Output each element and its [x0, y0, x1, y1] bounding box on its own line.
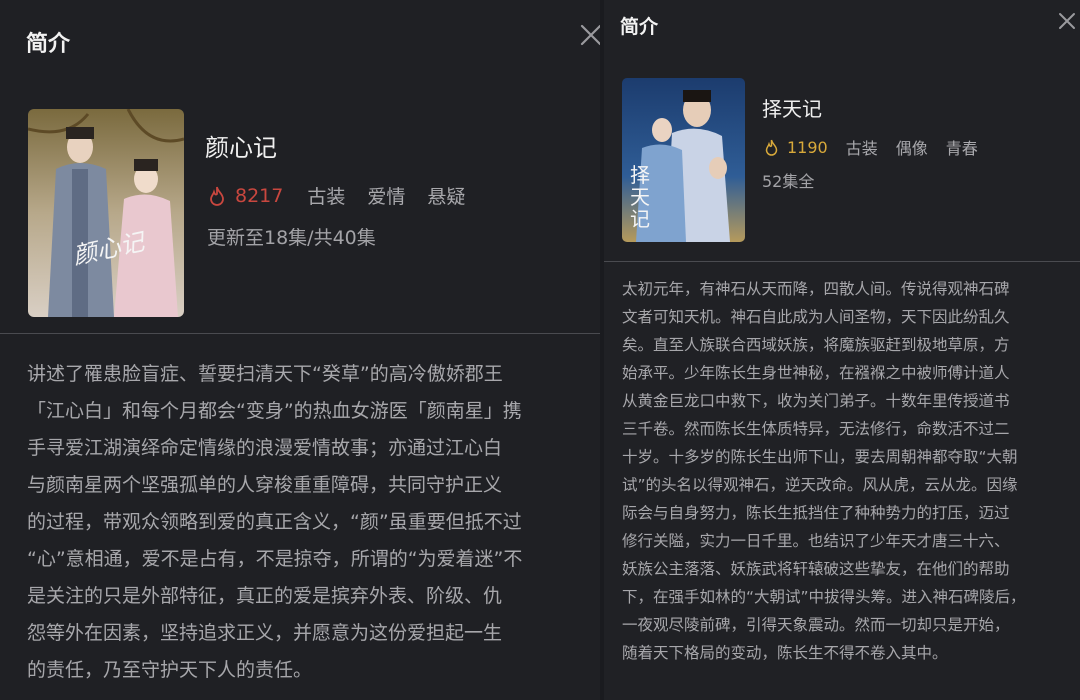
- description-line: 文者可知天机。神石自此成为人间圣物，天下因此纷乱久: [622, 308, 1010, 326]
- description-line: 手寻爱江湖演绎命定情缘的浪漫爱情故事；亦通过江心白: [27, 437, 503, 459]
- description-line: 际会与自身努力，陈长生抵挡住了种种势力的打压，迈过: [622, 504, 1010, 522]
- tag[interactable]: 古装: [307, 182, 345, 209]
- description-line: 的责任，乃至守护天下人的责任。: [27, 659, 313, 681]
- description-line: 怨等外在因素，坚持追求正义，并愿意为这份爱担起一生: [27, 622, 503, 644]
- description-line: 「江心白」和每个月都会“变身”的热血女游医「颜南星」携: [27, 400, 522, 422]
- description-line: 三千卷。然而陈长生体质特异，无法修行，命数活不过二: [622, 420, 1010, 438]
- tag[interactable]: 爱情: [367, 182, 405, 209]
- panel-title: 简介: [26, 32, 71, 57]
- flame-icon: [210, 186, 224, 206]
- description-line: 始承平。少年陈长生身世神秘，在襁褓之中被师傅计道人: [622, 364, 1010, 382]
- poster-image: [28, 109, 184, 317]
- flame-icon: [765, 139, 778, 156]
- show-poster[interactable]: 择天记: [622, 78, 745, 242]
- description-line: 妖族公主落落、妖族武将轩辕破这些挚友，在他们的帮助: [622, 560, 1010, 578]
- description-line: 修行关隘，实力一日千里。也结识了少年天才唐三十六、: [622, 532, 1010, 550]
- description-line: 随着天下格局的变动，陈长生不得不卷入其中。: [622, 644, 948, 662]
- description-line: 一夜观尽陵前碑，引得天象震动。然而一切却只是开始，: [622, 616, 1010, 634]
- description-line: 的过程，带观众领略到爱的真正含义，“颜”虽重要但抵不过: [27, 511, 522, 533]
- close-icon[interactable]: [1058, 12, 1076, 30]
- heat-count: 8217: [235, 184, 284, 207]
- show-name: 择天记: [762, 97, 822, 121]
- episode-status: 更新至18集/共40集: [207, 227, 376, 249]
- show-meta: 8217 古装 爱情 悬疑: [208, 182, 465, 209]
- description-line: 讲述了罹患脸盲症、誓要扫清天下“癸草”的高冷傲娇郡王: [27, 363, 503, 385]
- poster-title: 择天记: [630, 163, 650, 231]
- description-line: 是关注的只是外部特征，真正的爱是摈弃外表、阶级、仇: [27, 585, 503, 607]
- description-line: 太初元年，有神石从天而降，四散人间。传说得观神石碑: [622, 280, 1010, 298]
- divider: [0, 333, 600, 334]
- right-intro-panel: 简介 择天记 择天记 1190 古装 偶像 青春 52集全 太初元年，有神石从天…: [604, 0, 1080, 700]
- description-line: “心”意相通，爱不是占有，不是掠夺，所谓的“为爱着迷”不: [27, 548, 523, 570]
- description-line: 试”的头名以得观神石，逆天改命。风从虎，云从龙。因缘: [622, 476, 1018, 494]
- heat-count: 1190: [787, 137, 828, 157]
- show-poster[interactable]: 颜心记: [28, 109, 184, 317]
- description-line: 与颜南星两个坚强孤单的人穿梭重重障碍，共同守护正义: [27, 474, 503, 496]
- tag[interactable]: 偶像: [896, 135, 928, 159]
- tag[interactable]: 悬疑: [427, 182, 465, 209]
- show-meta: 1190 古装 偶像 青春: [764, 135, 978, 159]
- tag[interactable]: 古装: [846, 135, 878, 159]
- left-intro-panel: 简介 颜心记 颜心记 8217 古装 爱情 悬疑 更新至18集/共40集 讲述了…: [0, 0, 600, 700]
- tag[interactable]: 青春: [946, 135, 978, 159]
- description: 太初元年，有神石从天而降，四散人间。传说得观神石碑 文者可知天机。神石自此成为人…: [622, 275, 1068, 667]
- description-line: 矣。直至人族联合西域妖族，将魔族驱赶到极地草原，方: [622, 336, 1010, 354]
- description-line: 十岁。十多岁的陈长生出师下山，要去周朝神都夺取“大朝: [622, 448, 1018, 466]
- description-line: 下，在强手如林的“大朝试”中拔得头筹。进入神石碑陵后，: [622, 588, 1026, 606]
- close-icon[interactable]: [580, 24, 600, 46]
- panel-title: 简介: [620, 16, 659, 38]
- description-line: 从黄金巨龙口中救下，收为关门弟子。十数年里传授道书: [622, 392, 1010, 410]
- episode-status: 52集全: [762, 172, 815, 191]
- description: 讲述了罹患脸盲症、誓要扫清天下“癸草”的高冷傲娇郡王 「江心白」和每个月都会“变…: [27, 356, 595, 689]
- show-name: 颜心记: [205, 134, 277, 162]
- divider: [604, 261, 1080, 262]
